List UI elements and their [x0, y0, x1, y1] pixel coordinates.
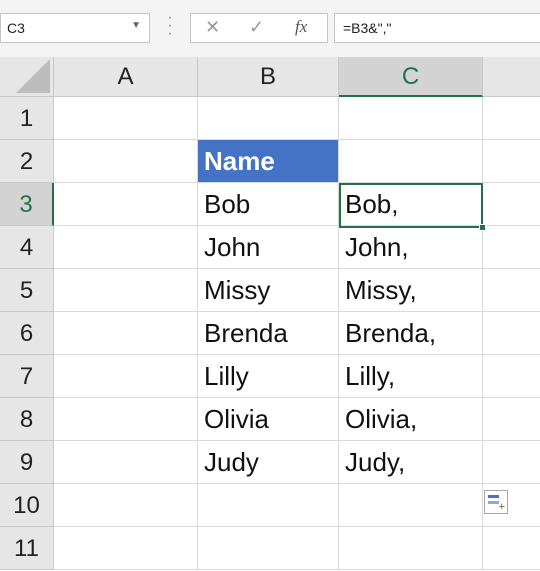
- row-header-2[interactable]: 2: [0, 140, 54, 183]
- cell-d2[interactable]: [483, 140, 540, 183]
- cell-d7[interactable]: [483, 355, 540, 398]
- row-header-8[interactable]: 8: [0, 398, 54, 441]
- enter-icon[interactable]: ✓: [249, 17, 264, 38]
- cell-c2[interactable]: [339, 140, 483, 183]
- cell-a11[interactable]: [54, 527, 198, 570]
- column-header-a[interactable]: A: [54, 57, 198, 97]
- column-header-c[interactable]: C: [339, 57, 483, 97]
- formula-buttons: ✕ ✓ fx: [190, 13, 328, 43]
- cell-b6[interactable]: Brenda: [198, 312, 339, 355]
- cancel-icon[interactable]: ✕: [205, 17, 220, 38]
- fill-handle[interactable]: [479, 224, 486, 231]
- row-header-11[interactable]: 11: [0, 527, 54, 570]
- cell-c5[interactable]: Missy,: [339, 269, 483, 312]
- formula-bar-area: C3 ▼ · · · ✕ ✓ fx =B3&",": [0, 0, 540, 57]
- chevron-down-icon[interactable]: ▼: [131, 20, 141, 31]
- cell-c7[interactable]: Lilly,: [339, 355, 483, 398]
- cell-c4[interactable]: John,: [339, 226, 483, 269]
- cell-b3[interactable]: Bob: [198, 183, 339, 226]
- cell-b2[interactable]: Name: [198, 140, 339, 183]
- select-all-button[interactable]: [0, 57, 54, 97]
- row-header-4[interactable]: 4: [0, 226, 54, 269]
- select-all-triangle-icon: [16, 59, 50, 93]
- cell-c6[interactable]: Brenda,: [339, 312, 483, 355]
- cell-b9[interactable]: Judy: [198, 441, 339, 484]
- cell-d5[interactable]: [483, 269, 540, 312]
- quick-analysis-button[interactable]: +: [484, 490, 508, 514]
- cell-d3[interactable]: [483, 183, 540, 226]
- cell-b11[interactable]: [198, 527, 339, 570]
- cell-a4[interactable]: [54, 226, 198, 269]
- grip-icon[interactable]: · · ·: [166, 10, 174, 42]
- row-header-7[interactable]: 7: [0, 355, 54, 398]
- cell-c10[interactable]: [339, 484, 483, 527]
- row-header-3[interactable]: 3: [0, 183, 54, 226]
- row-header-6[interactable]: 6: [0, 312, 54, 355]
- cell-c3[interactable]: Bob,: [339, 183, 483, 226]
- row-header-9[interactable]: 9: [0, 441, 54, 484]
- cell-b7[interactable]: Lilly: [198, 355, 339, 398]
- cell-a2[interactable]: [54, 140, 198, 183]
- cell-c11[interactable]: [339, 527, 483, 570]
- column-header-b[interactable]: B: [198, 57, 339, 97]
- cell-d9[interactable]: [483, 441, 540, 484]
- cell-b8[interactable]: Olivia: [198, 398, 339, 441]
- formula-input[interactable]: =B3&",": [334, 13, 540, 43]
- cell-a8[interactable]: [54, 398, 198, 441]
- cell-a6[interactable]: [54, 312, 198, 355]
- cell-d11[interactable]: [483, 527, 540, 570]
- row-header-10[interactable]: 10: [0, 484, 54, 527]
- row-header-1[interactable]: 1: [0, 97, 54, 140]
- cell-a1[interactable]: [54, 97, 198, 140]
- cell-a10[interactable]: [54, 484, 198, 527]
- quick-analysis-icon-bar: [488, 501, 499, 504]
- cell-c8[interactable]: Olivia,: [339, 398, 483, 441]
- column-header-d[interactable]: [483, 57, 540, 97]
- formula-text: =B3&",": [343, 20, 392, 36]
- name-box-value: C3: [7, 20, 25, 36]
- cell-a5[interactable]: [54, 269, 198, 312]
- cell-a9[interactable]: [54, 441, 198, 484]
- cell-d8[interactable]: [483, 398, 540, 441]
- cell-c1[interactable]: [339, 97, 483, 140]
- cell-b10[interactable]: [198, 484, 339, 527]
- cell-b4[interactable]: John: [198, 226, 339, 269]
- cell-d4[interactable]: [483, 226, 540, 269]
- name-box[interactable]: C3 ▼: [0, 13, 150, 43]
- spreadsheet-grid: A B C 1 2 Name 3 Bob Bob, 4 John John, 5 Missy Miss…: [0, 57, 540, 571]
- cell-a7[interactable]: [54, 355, 198, 398]
- plus-icon: +: [498, 501, 505, 513]
- cell-d1[interactable]: [483, 97, 540, 140]
- cell-c9[interactable]: Judy,: [339, 441, 483, 484]
- row-header-5[interactable]: 5: [0, 269, 54, 312]
- cell-d6[interactable]: [483, 312, 540, 355]
- insert-function-icon[interactable]: fx: [295, 17, 307, 37]
- cell-a3[interactable]: [54, 183, 198, 226]
- cell-b5[interactable]: Missy: [198, 269, 339, 312]
- quick-analysis-icon-bar: [488, 495, 499, 498]
- cell-b1[interactable]: [198, 97, 339, 140]
